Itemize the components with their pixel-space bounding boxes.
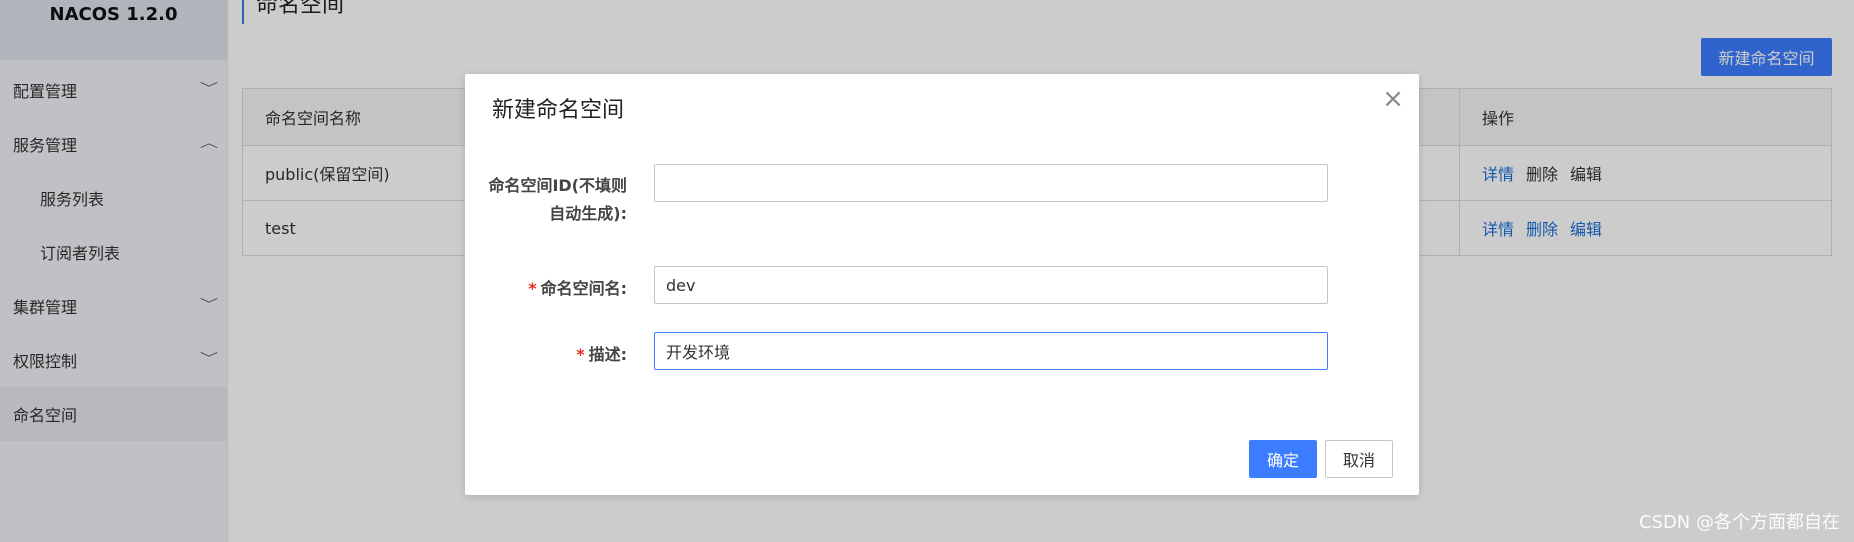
close-icon[interactable]: × [1381,86,1405,112]
confirm-button[interactable]: 确定 [1249,440,1317,478]
required-mark: * [528,279,537,298]
namespace-name-input[interactable]: dev [654,266,1328,304]
required-mark: * [576,345,585,364]
description-label-text: 描述: [588,345,627,364]
namespace-id-label-line1: 命名空间ID(不填则 [488,176,627,195]
description-label: * 描述: [576,341,627,365]
namespace-id-label-line2: 自动生成): [549,204,627,223]
cancel-button[interactable]: 取消 [1325,440,1393,478]
namespace-id-label: 命名空间ID(不填则 自动生成): [488,172,627,228]
description-input[interactable]: 开发环境 [654,332,1328,370]
new-namespace-dialog: 新建命名空间 × 命名空间ID(不填则 自动生成): * 命名空间名: dev *… [465,74,1419,495]
namespace-name-label: * 命名空间名: [528,275,627,299]
watermark: CSDN @各个方面都自在 [1638,512,1840,533]
dialog-title: 新建命名空间 [492,98,625,123]
namespace-id-input[interactable] [654,164,1328,202]
namespace-name-label-text: 命名空间名: [540,279,627,298]
